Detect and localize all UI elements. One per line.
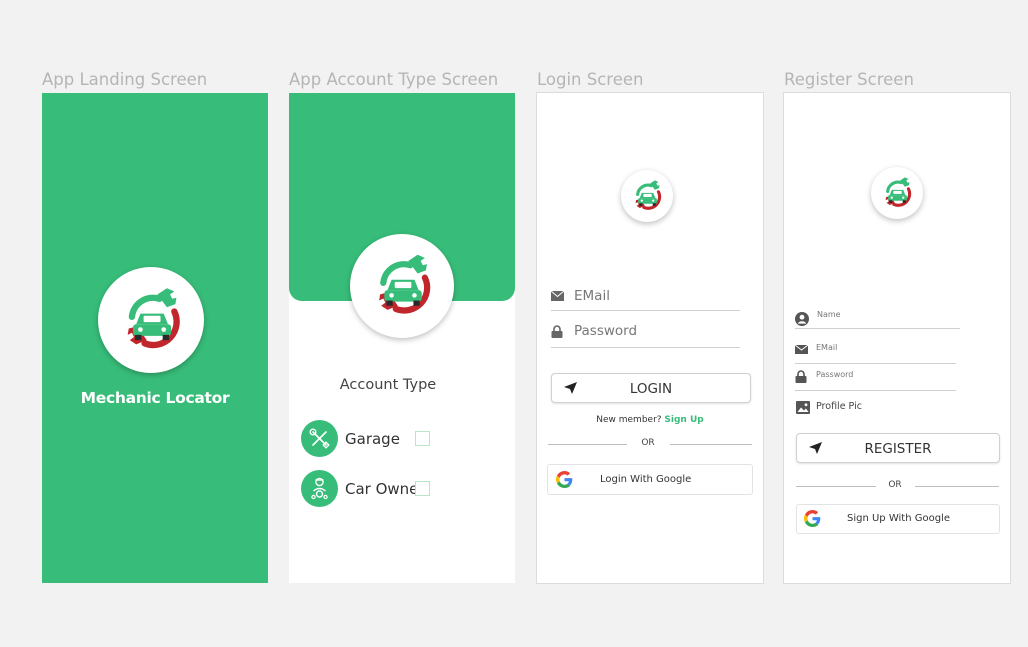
or-text: OR (888, 480, 902, 490)
lock-icon (551, 325, 563, 338)
google-login-button[interactable]: Login With Google (547, 464, 753, 495)
account-type-heading: Account Type (339, 377, 437, 393)
register-button[interactable]: REGISTER (796, 433, 1000, 463)
profile-pic-label: Profile Pic (816, 401, 862, 412)
car-owner-checkbox[interactable] (415, 481, 430, 496)
reg-password-field[interactable]: Password (795, 368, 956, 391)
google-login-label: Login With Google (600, 474, 692, 485)
account-type-screen-title: App Account Type Screen (289, 70, 499, 89)
reg-password-placeholder: Password (816, 370, 854, 379)
app-name: Mechanic Locator (80, 389, 230, 407)
login-button[interactable]: LOGIN (551, 373, 751, 403)
app-logo (350, 234, 454, 338)
app-logo (98, 267, 204, 373)
google-icon (556, 471, 573, 488)
register-screen: Name EMail Password Profile Pic REGISTER… (783, 92, 1011, 584)
car-wrench-logo-icon (350, 234, 454, 338)
user-icon (795, 312, 809, 326)
or-divider: OR (548, 438, 752, 450)
name-placeholder: Name (817, 310, 841, 319)
app-logo (871, 167, 923, 219)
login-screen-title: Login Screen (537, 70, 644, 89)
or-text: OR (641, 438, 655, 448)
or-divider: OR (796, 480, 999, 492)
option-garage-label: Garage (345, 430, 400, 448)
new-member-prompt: New member? Sign Up (537, 415, 763, 425)
image-icon (796, 401, 810, 414)
password-field[interactable]: Password (551, 321, 740, 348)
landing-screen-title: App Landing Screen (42, 70, 208, 89)
name-field[interactable]: Name (795, 308, 960, 329)
google-signup-button[interactable]: Sign Up With Google (796, 504, 1000, 534)
login-button-label: LOGIN (629, 381, 673, 397)
register-button-label: REGISTER (864, 441, 932, 457)
register-screen-title: Register Screen (784, 70, 914, 89)
reg-email-placeholder: EMail (816, 343, 838, 352)
tools-icon (301, 420, 338, 457)
google-signup-label: Sign Up With Google (847, 513, 950, 524)
profile-pic-picker[interactable]: Profile Pic (796, 400, 916, 414)
email-placeholder: EMail (574, 288, 610, 304)
car-wrench-logo-icon (871, 167, 923, 219)
envelope-icon (551, 291, 564, 301)
car-wrench-logo-icon (98, 267, 204, 373)
app-logo (621, 170, 673, 222)
account-type-screen: Account Type Garage Car Owner (289, 93, 515, 583)
sign-up-link[interactable]: Sign Up (664, 415, 703, 425)
landing-screen: Mechanic Locator (42, 93, 268, 583)
reg-email-field[interactable]: EMail (795, 341, 956, 364)
driver-icon (301, 470, 338, 507)
lock-icon (795, 370, 807, 383)
garage-checkbox[interactable] (415, 431, 430, 446)
new-member-text: New member? (596, 415, 662, 425)
password-placeholder: Password (574, 323, 638, 339)
car-wrench-logo-icon (621, 170, 673, 222)
google-icon (804, 510, 821, 527)
email-field[interactable]: EMail (551, 286, 740, 311)
envelope-icon (795, 345, 808, 354)
option-car-owner-label: Car Owner (345, 480, 425, 498)
login-screen: EMail Password LOGIN New member? Sign Up… (536, 92, 764, 584)
